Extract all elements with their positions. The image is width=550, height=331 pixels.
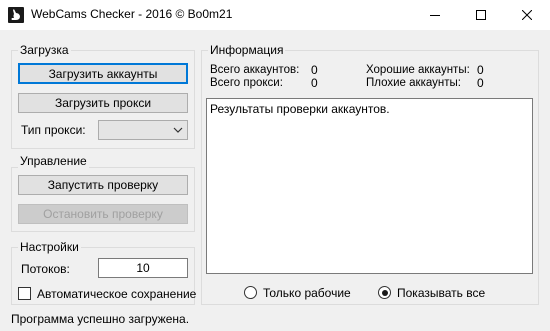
minimize-icon <box>430 15 440 16</box>
chevron-down-icon <box>173 127 183 133</box>
total-accounts-label: Всего аккаунтов: <box>210 64 300 76</box>
threads-input[interactable]: 10 <box>98 258 188 278</box>
filter-all-radio[interactable] <box>378 286 391 299</box>
total-proxy-label: Всего прокси: <box>210 77 283 89</box>
control-group-label: Управление <box>18 154 89 168</box>
autosave-label[interactable]: Автоматическое сохранение <box>37 287 196 301</box>
total-proxy-value: 0 <box>311 76 318 90</box>
threads-label: Потоков: <box>21 262 70 276</box>
proxy-type-select[interactable] <box>98 120 188 140</box>
load-proxy-button[interactable]: Загрузить прокси <box>18 93 188 113</box>
good-accounts-value: 0 <box>477 63 484 77</box>
stop-check-button[interactable]: Остановить проверку <box>18 204 188 224</box>
filter-all-label[interactable]: Показывать все <box>397 286 485 300</box>
maximize-icon <box>476 10 486 20</box>
load-accounts-button[interactable]: Загрузить аккаунты <box>18 63 188 84</box>
start-check-button[interactable]: Запустить проверку <box>18 175 188 195</box>
bad-accounts-label: Плохие аккаунты: <box>366 77 461 89</box>
settings-group-label: Настройки <box>18 240 81 254</box>
rabbit-icon <box>8 7 24 23</box>
filter-working-radio[interactable] <box>244 286 257 299</box>
results-textarea[interactable]: Результаты проверки аккаунтов. <box>206 98 533 274</box>
autosave-checkbox[interactable] <box>18 287 31 300</box>
title-bar[interactable]: WebCams Checker - 2016 © Bo0m21 <box>0 0 550 30</box>
results-text: Результаты проверки аккаунтов. <box>210 102 390 116</box>
bad-accounts-value: 0 <box>477 76 484 90</box>
close-icon <box>522 10 532 20</box>
close-button[interactable] <box>504 0 550 30</box>
good-accounts-label: Хорошие аккаунты: <box>366 64 470 76</box>
window-title: WebCams Checker - 2016 © Bo0m21 <box>31 7 233 21</box>
app-window: WebCams Checker - 2016 © Bo0m21 Загрузка… <box>0 0 550 331</box>
status-bar-text: Программа успешно загружена. <box>11 312 190 326</box>
total-accounts-value: 0 <box>311 63 318 77</box>
load-group-label: Загрузка <box>18 43 71 57</box>
maximize-button[interactable] <box>458 0 504 30</box>
filter-working-label[interactable]: Только рабочие <box>263 286 351 300</box>
proxy-type-label: Тип прокси: <box>21 123 86 137</box>
minimize-button[interactable] <box>412 0 458 30</box>
info-group-label: Информация <box>208 43 286 57</box>
threads-value: 10 <box>136 261 150 275</box>
